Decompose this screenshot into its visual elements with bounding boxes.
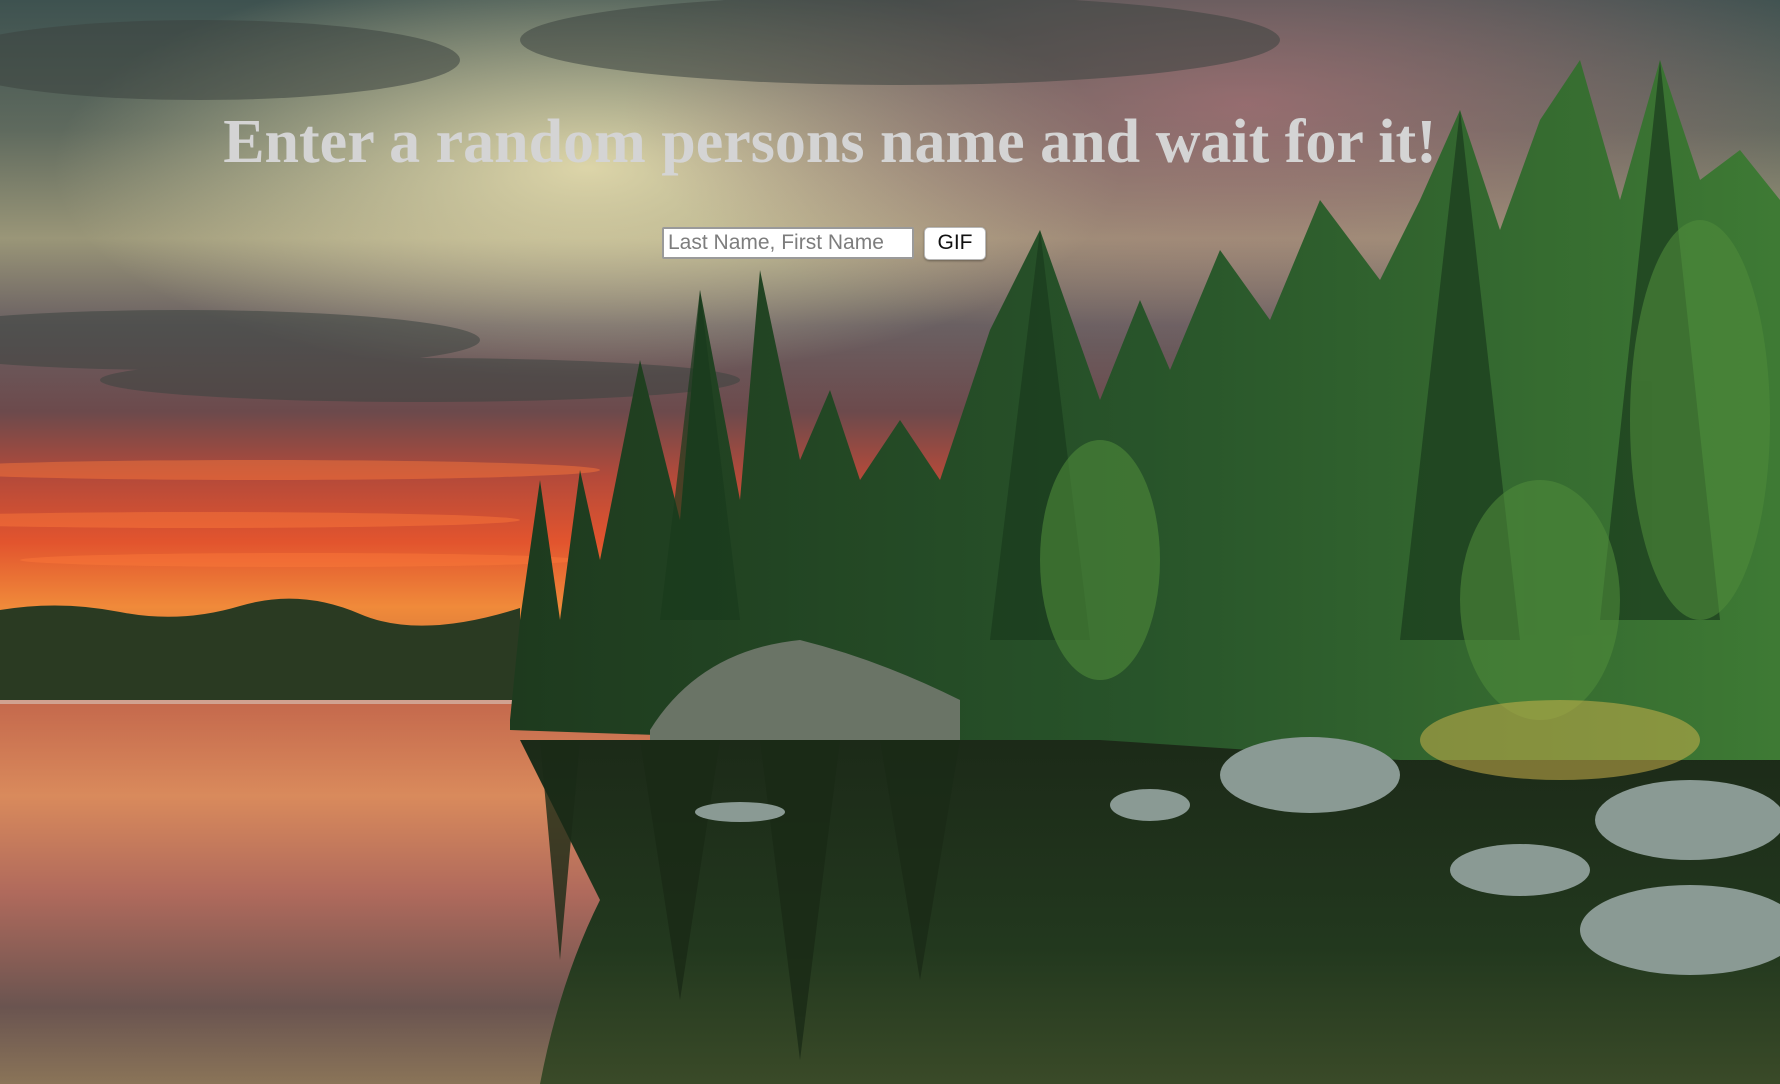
gif-button[interactable]: GIF [924,226,986,260]
name-input[interactable] [662,227,914,259]
page-headline: Enter a random persons name and wait for… [223,108,1437,176]
gif-search-form: GIF [662,225,986,261]
page-content: Enter a random persons name and wait for… [0,0,1780,1084]
